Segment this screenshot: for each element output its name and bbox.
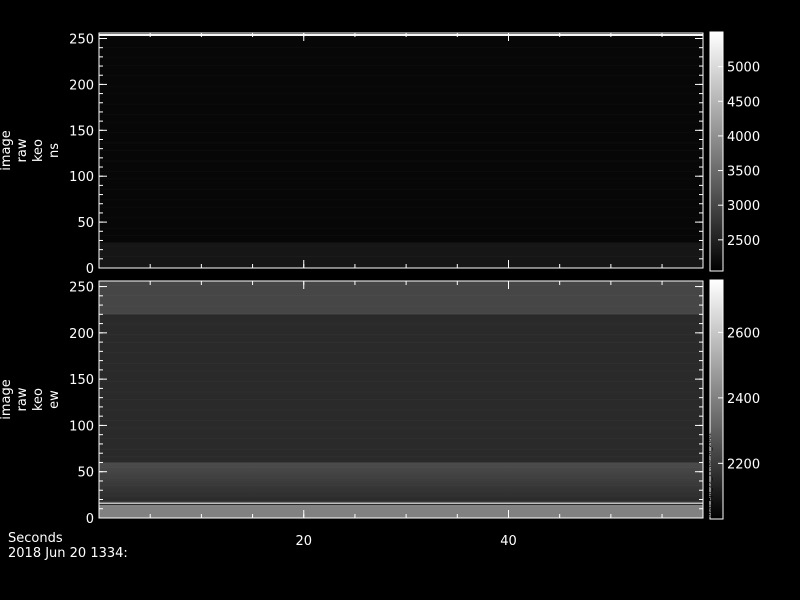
x-tick-label: 40 [500, 534, 517, 549]
colorbar [709, 31, 724, 272]
ew-keogram-panel: 0 50 100 150 200 250 image raw keo ew 2200 2400 2600… [0, 279, 760, 549]
y-tick-label: 150 [69, 124, 94, 139]
colorbar-tick-label: 5000 [727, 61, 760, 76]
colorbar-tick-label: 3000 [727, 199, 760, 214]
colorbar-tick-label: 2500 [727, 234, 760, 249]
y-axis-label-word: image [0, 130, 14, 171]
y-tick-label: 50 [77, 466, 94, 481]
y-tick-label: 0 [86, 262, 94, 277]
y-axis-label-word: ew [47, 390, 62, 409]
colorbar-annotation: Mon_Apr_22_11:08:50_2002 [706, 432, 713, 517]
y-tick-label: 100 [69, 170, 94, 185]
y-tick-label: 200 [69, 78, 94, 93]
colorbar-tick-label: 2200 [727, 457, 760, 472]
y-axis-label-word: raw [15, 138, 30, 162]
keogram-figure: 050100150200250image raw keo ns250030003500… [0, 31, 760, 549]
y-axis-label-word: keo [31, 388, 46, 411]
colorbar-tick-label: 2400 [727, 392, 760, 407]
y-tick-label: 200 [69, 327, 94, 342]
y-axis-label-word: ns [47, 143, 62, 158]
y-tick-label: 50 [77, 216, 94, 231]
y-tick-label: 0 [86, 512, 94, 527]
y-axis-label-word: image [0, 379, 14, 420]
y-tick-label: 250 [69, 281, 94, 296]
colorbar-tick-label: 4000 [727, 130, 760, 145]
timestamp-label: 2018 Jun 20 1334: [8, 546, 128, 561]
y-tick-label: 150 [69, 373, 94, 388]
ns-keogram-panel: 0 50 100 150 200 250 image raw keo ns 2500 3000 3500… [0, 31, 760, 277]
colorbar-tick-label: 3500 [727, 165, 760, 180]
colorbar-tick-label: 4500 [727, 95, 760, 110]
y-tick-label: 250 [69, 33, 94, 48]
x-tick-label: 20 [295, 534, 312, 549]
y-axis-label-word: keo [31, 139, 46, 162]
y-tick-label: 100 [69, 419, 94, 434]
colorbar-tick-label: 2600 [727, 326, 760, 341]
y-axis-label-word: raw [15, 387, 30, 411]
x-axis-label: Seconds [8, 531, 63, 546]
